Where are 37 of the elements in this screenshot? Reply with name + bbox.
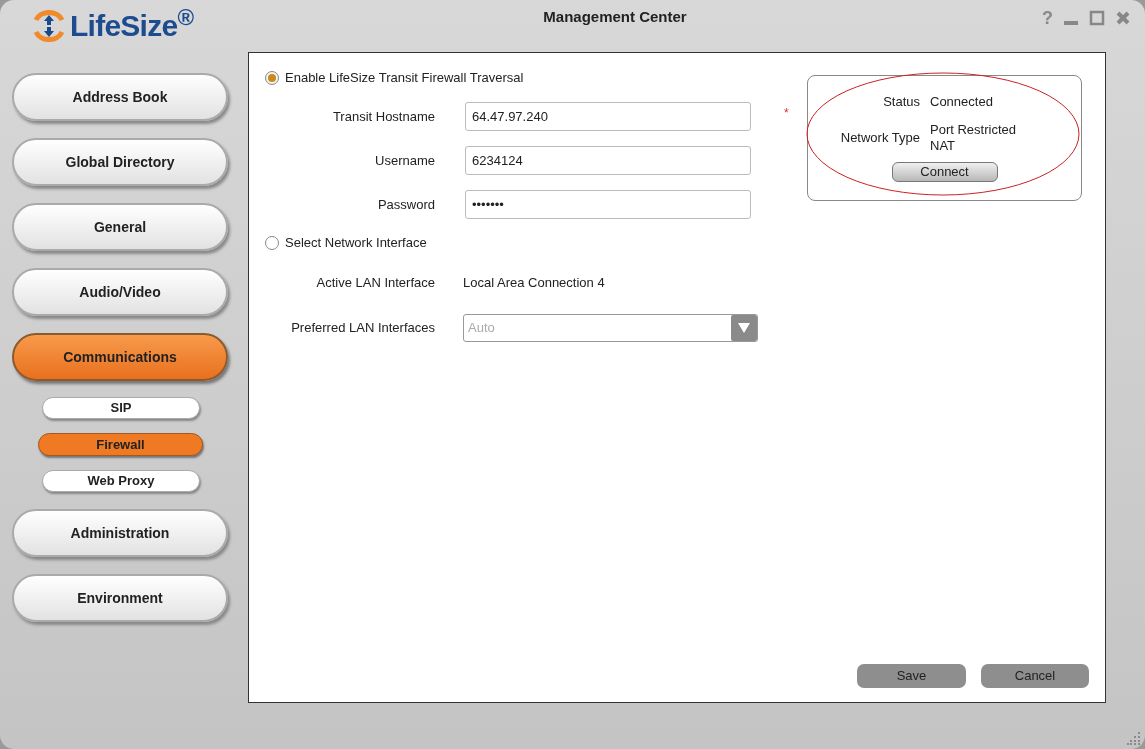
nav-button[interactable]: Address Book bbox=[12, 73, 228, 121]
radio-button[interactable] bbox=[265, 71, 279, 85]
field-label: Username bbox=[374, 151, 435, 170]
nav-button[interactable]: Audio/Video bbox=[12, 268, 228, 316]
cancel-button[interactable]: Cancel bbox=[981, 664, 1089, 688]
field-label: Preferred LAN Interfaces bbox=[290, 319, 435, 338]
field-label: Transit Hostname bbox=[331, 107, 435, 126]
required-mark: * bbox=[784, 104, 789, 122]
status-value: Port Restricted NAT bbox=[930, 121, 1017, 154]
field-label: Active LAN Interface bbox=[315, 274, 435, 293]
status-value: Connected bbox=[930, 93, 994, 110]
logo-text: LifeSize$^{®}$ bbox=[70, 11, 194, 41]
field-label: Password bbox=[376, 195, 435, 214]
logo-icon bbox=[32, 10, 66, 42]
subnav-button[interactable]: Web Proxy bbox=[42, 470, 200, 492]
input-field[interactable]: 6234124 bbox=[465, 146, 751, 175]
radio-label: Enable LifeSize Transit Firewall Traversal bbox=[285, 69, 524, 88]
nav-button[interactable]: Global Directory bbox=[12, 138, 228, 186]
input-field[interactable]: 64.47.97.240 bbox=[465, 102, 751, 131]
window-title: Management Center bbox=[542, 6, 688, 27]
input-field[interactable]: ••••••• bbox=[465, 190, 751, 219]
radio-button[interactable] bbox=[265, 236, 279, 250]
save-button[interactable]: Save bbox=[857, 664, 966, 688]
resize-grip-icon[interactable] bbox=[1127, 731, 1141, 745]
nav-button[interactable]: General bbox=[12, 203, 228, 251]
status-label: Network Type bbox=[839, 128, 920, 147]
maximize-icon[interactable] bbox=[1089, 10, 1105, 26]
nav-button[interactable]: Administration bbox=[12, 509, 228, 557]
field-value: Local Area Connection 4 bbox=[463, 274, 605, 293]
nav-button[interactable]: Environment bbox=[12, 574, 228, 622]
status-label: Status bbox=[882, 93, 920, 111]
subnav-button[interactable]: Firewall bbox=[38, 433, 203, 456]
radio-label: Select Network Interface bbox=[285, 234, 427, 253]
subnav-button[interactable]: SIP bbox=[42, 397, 200, 419]
nav-button[interactable]: Communications bbox=[12, 333, 228, 381]
close-icon[interactable] bbox=[1115, 10, 1131, 26]
connect-button[interactable]: Connect bbox=[891, 161, 998, 182]
